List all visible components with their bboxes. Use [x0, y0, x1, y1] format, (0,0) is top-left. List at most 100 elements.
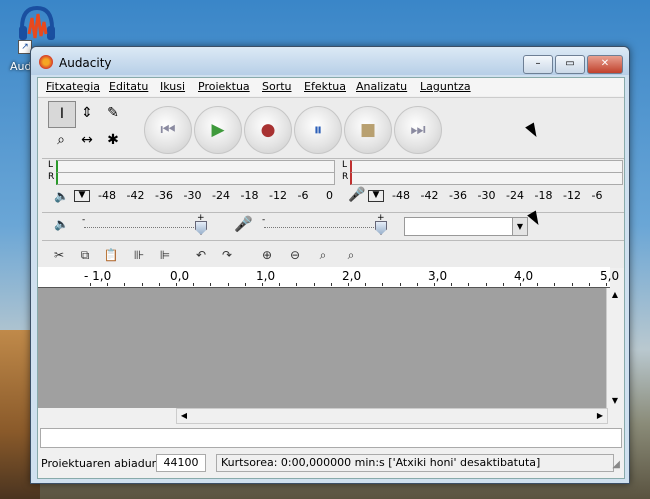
input-source-select[interactable]: ▼ [404, 217, 528, 236]
maximize-button[interactable]: ▭ [555, 55, 585, 74]
meter-scale-label: -18 [534, 189, 553, 202]
scroll-down-icon[interactable]: ▼ [607, 394, 623, 408]
meter-scale-label: 0 [326, 189, 333, 202]
track-panel[interactable] [38, 288, 606, 408]
ruler-label: 5,0 [600, 269, 620, 283]
ruler-tick [572, 283, 573, 286]
play-button[interactable]: ▶ [194, 106, 242, 154]
timeshift-tool-icon[interactable]: ↔ [74, 128, 100, 153]
desktop-icon-label: Aud [10, 60, 32, 73]
silence-icon[interactable]: ⊫ [154, 244, 176, 266]
vertical-scrollbar[interactable]: ▲ ▼ [606, 288, 623, 408]
ruler-tick [296, 283, 297, 286]
trim-icon[interactable]: ⊪ [128, 244, 150, 266]
ruler-tick [331, 283, 332, 286]
input-volume-thumb[interactable] [375, 221, 387, 235]
meter-scale-label: -18 [240, 189, 259, 202]
menu-item-sortu[interactable]: Sortu [262, 80, 292, 93]
play-icon: ▶ [211, 120, 225, 140]
horizontal-scrollbar[interactable]: ◀ ▶ [176, 408, 608, 424]
skip-to-end-button[interactable]: ⏭ [394, 106, 442, 154]
scroll-left-icon[interactable]: ◀ [177, 409, 191, 423]
output-min-mark: - [82, 215, 86, 225]
output-volume-slider[interactable] [84, 227, 202, 229]
window-title: Audacity [59, 56, 112, 70]
ruler-tick [589, 283, 590, 286]
input-volume-slider[interactable] [264, 227, 382, 229]
resize-grip-icon[interactable]: ◢ [612, 459, 620, 470]
paste-icon[interactable]: 📋 [100, 244, 122, 266]
ruler-tick [107, 283, 108, 286]
fit-selection-icon[interactable]: ⌕ [312, 244, 334, 266]
ruler-tick [279, 283, 280, 286]
stop-button[interactable]: ■ [344, 106, 392, 154]
play-meter-menu-icon[interactable]: ▼ [74, 190, 90, 202]
project-rate-input[interactable]: 44100 [156, 454, 206, 472]
selection-bar[interactable] [40, 428, 622, 448]
stop-icon: ■ [359, 120, 377, 140]
record-button[interactable]: ● [244, 106, 292, 154]
scroll-up-icon[interactable]: ▲ [607, 288, 623, 302]
meter-scale-label: -6 [297, 189, 309, 202]
rec-meter-left-label: L [342, 160, 348, 170]
draw-tool-icon[interactable]: ✎ [100, 101, 126, 126]
ruler-label: 4,0 [514, 269, 534, 283]
meter-scale-label: -48 [392, 189, 410, 202]
meter-scale-label: -36 [155, 189, 173, 202]
minimize-button[interactable]: – [523, 55, 553, 74]
play-meter-right-label: R [48, 172, 55, 182]
speaker-icon: 🔈 [54, 189, 69, 203]
pause-button[interactable]: ⏸ [294, 106, 342, 154]
zoom-out-icon[interactable]: ⊖ [284, 244, 306, 266]
pause-icon: ⏸ [313, 120, 323, 140]
ruler-tick [142, 283, 143, 286]
meter-scale-label: -48 [98, 189, 116, 202]
menu-item-efektua[interactable]: Efektua [304, 80, 346, 93]
ruler-label: 1,0 [256, 269, 276, 283]
close-button[interactable]: ✕ [587, 55, 623, 74]
meter-scale-label: -6 [591, 189, 603, 202]
chevron-down-icon[interactable]: ▼ [512, 218, 527, 235]
meter-scale-label: -12 [563, 189, 581, 202]
undo-icon[interactable]: ↶ [190, 244, 212, 266]
timeline-ruler[interactable]: - 1,0 0,0 1,0 2,0 3,0 4,0 5,0 [38, 267, 619, 288]
ruler-tick [348, 283, 349, 286]
scroll-right-icon[interactable]: ▶ [593, 409, 607, 423]
rec-meter-menu-icon[interactable]: ▼ [368, 190, 384, 202]
redo-icon[interactable]: ↷ [216, 244, 238, 266]
ruler-tick [417, 283, 418, 286]
ruler-label: 2,0 [342, 269, 362, 283]
zoom-in-icon[interactable]: ⊕ [256, 244, 278, 266]
copy-icon[interactable]: ⧉ [74, 244, 96, 266]
ruler-tick [434, 283, 435, 286]
fit-project-icon[interactable]: ⌕ [340, 244, 362, 266]
zoom-tool-icon[interactable]: ⌕ [48, 128, 74, 153]
menu-item-fitxategia[interactable]: Fitxategia [46, 80, 100, 93]
ruler-tick [159, 283, 160, 286]
output-volume-thumb[interactable] [195, 221, 207, 235]
ruler-tick [262, 283, 263, 286]
ruler-tick [228, 283, 229, 286]
play-meter-right-bar[interactable] [56, 172, 335, 185]
envelope-tool-icon[interactable]: ⇕ [74, 101, 100, 126]
ruler-tick [400, 283, 401, 286]
ruler-label: 0,0 [170, 269, 190, 283]
meter-scale-label: -42 [126, 189, 145, 202]
selection-tool-icon[interactable]: I [48, 101, 76, 128]
input-min-mark: - [262, 215, 266, 225]
menu-item-editatu[interactable]: Editatu [109, 80, 148, 93]
rec-meter-right-bar[interactable] [350, 172, 623, 185]
menu-item-laguntza[interactable]: Laguntza [420, 80, 471, 93]
skip-to-start-button[interactable]: ⏮ [144, 106, 192, 154]
menu-item-analizatu[interactable]: Analizatu [356, 80, 407, 93]
meter-scale-label: -42 [420, 189, 439, 202]
multi-tool-icon[interactable]: ✱ [100, 128, 126, 153]
menu-bar: Fitxategia Editatu Ikusi Proiektua Sortu Efek… [38, 78, 624, 96]
status-bar: Proiektuaren abiadura: 44100 Kurtsorea: … [38, 451, 624, 475]
cut-icon[interactable]: ✂ [48, 244, 70, 266]
meter-scale-label: -36 [449, 189, 467, 202]
title-bar[interactable]: Audacity – ▭ ✕ [31, 47, 629, 75]
menu-item-proiektua[interactable]: Proiektua [198, 80, 250, 93]
menu-item-ikusi[interactable]: Ikusi [160, 80, 185, 93]
ruler-tick [451, 283, 452, 286]
